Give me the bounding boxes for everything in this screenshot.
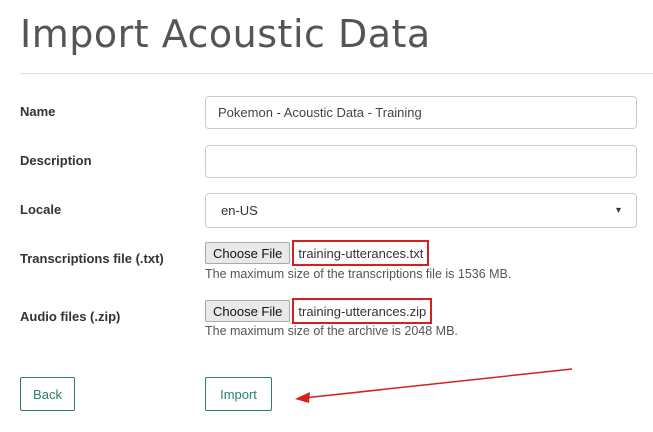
annotation-arrow-icon: [295, 368, 573, 403]
